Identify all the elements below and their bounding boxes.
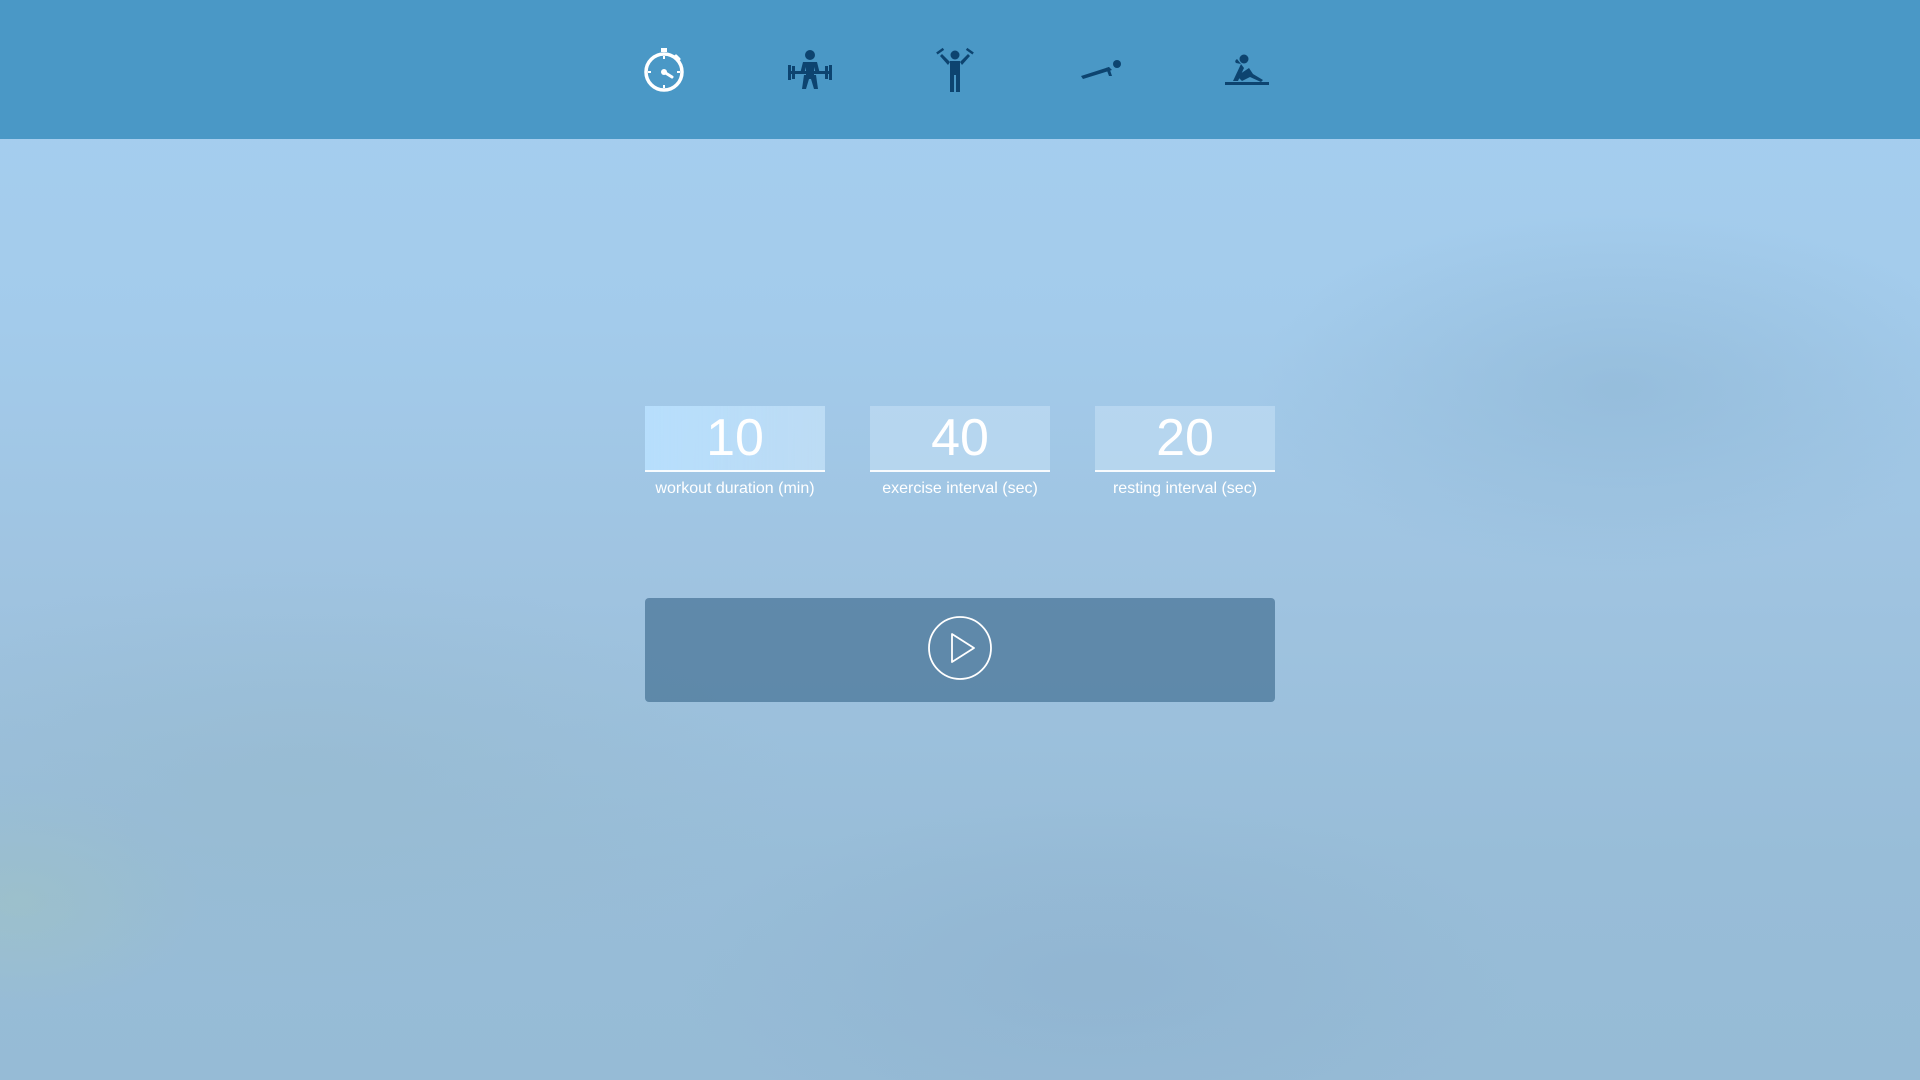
- nav-item-situp[interactable]: [1221, 44, 1273, 96]
- exercise-interval-input[interactable]: 40: [870, 406, 1050, 472]
- workout-duration-input[interactable]: 10: [645, 406, 825, 472]
- weightlifting-icon: [786, 49, 834, 91]
- interval-settings: 10 workout duration (min) 40 exercise in…: [645, 406, 1275, 506]
- workout-duration-field: 10 workout duration (min): [645, 406, 825, 498]
- workout-duration-label: workout duration (min): [655, 480, 815, 497]
- workout-type-nav: [0, 0, 1920, 139]
- nav-item-timer[interactable]: [638, 44, 690, 96]
- nav-item-dumbbell[interactable]: [929, 44, 981, 96]
- start-workout-button[interactable]: [645, 598, 1275, 702]
- resting-interval-field: 20 resting interval (sec): [1095, 406, 1275, 498]
- nav-item-plank[interactable]: [1075, 44, 1127, 96]
- resting-interval-input[interactable]: 20: [1095, 406, 1275, 472]
- nav-item-weightlifting[interactable]: [784, 44, 836, 96]
- stopwatch-icon: [642, 47, 686, 93]
- play-icon: [927, 615, 993, 686]
- plank-icon: [1079, 58, 1123, 82]
- exercise-interval-label: exercise interval (sec): [882, 480, 1038, 497]
- situp-icon: [1223, 54, 1271, 86]
- dumbbell-raise-icon: [935, 47, 975, 93]
- top-navigation-bar: [0, 0, 1920, 139]
- exercise-interval-field: 40 exercise interval (sec): [870, 406, 1050, 498]
- resting-interval-label: resting interval (sec): [1112, 480, 1258, 497]
